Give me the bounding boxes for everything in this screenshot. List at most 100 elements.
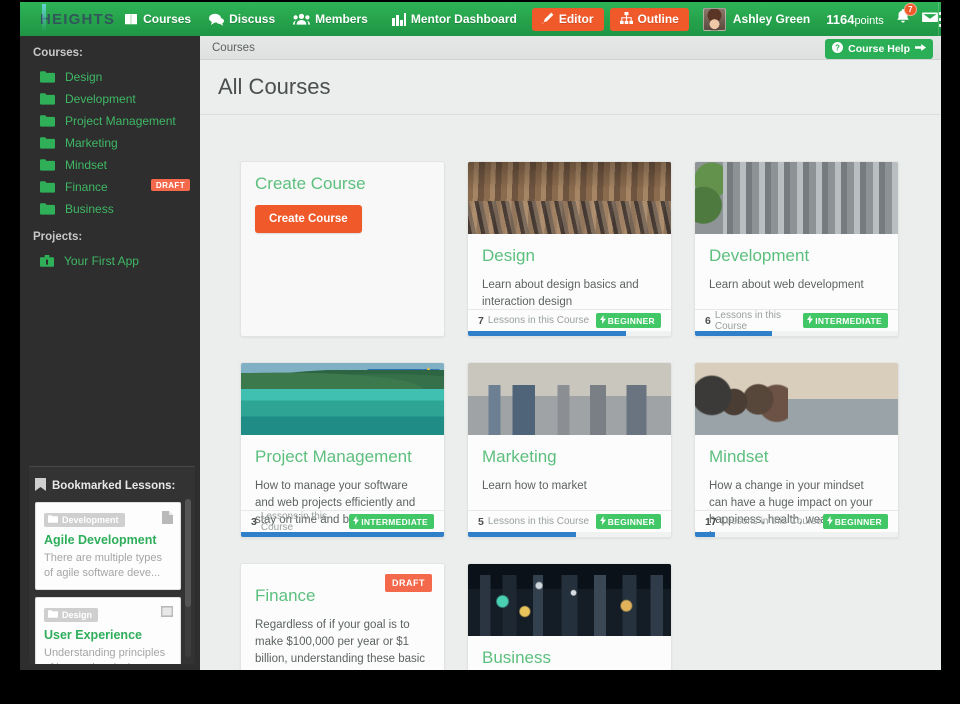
nav-item-members[interactable]: Members — [284, 2, 377, 36]
folder-icon — [40, 115, 55, 127]
status-badge-draft: DRAFT — [385, 574, 432, 592]
sidebar-item-marketing[interactable]: Marketing — [20, 132, 200, 154]
folder-icon — [40, 137, 55, 149]
bookmark-name: User Experience — [44, 628, 142, 642]
breadcrumb[interactable]: Courses — [212, 42, 255, 54]
notification-badge: 7 — [903, 3, 917, 16]
bookmark-icon — [35, 478, 46, 494]
lesson-count-label: Lessons in this Course — [487, 516, 590, 527]
outline-label: Outline — [637, 12, 679, 26]
sidebar-item-mindset[interactable]: Mindset — [20, 154, 200, 176]
bookmark-card[interactable]: Development Agile Development There are … — [35, 502, 181, 590]
bookmark-tag-label: Design — [62, 610, 93, 620]
avatar[interactable] — [702, 7, 726, 31]
course-card-development[interactable]: Development Learn about web development … — [694, 161, 899, 337]
nav-label: Mentor Dashboard — [410, 12, 517, 26]
bookmarked-lessons-label: Bookmarked Lessons: — [52, 480, 176, 492]
course-description: Learn about design basics and interactio… — [482, 279, 639, 308]
course-thumbnail: COMPLETE — [241, 363, 444, 435]
bookmarks-scrollbar[interactable] — [185, 499, 191, 657]
course-card-footer: 7 Lessons in this Course BEGINNER — [468, 309, 671, 331]
breadcrumb-bar: Courses ? Course Help — [200, 36, 941, 60]
bookmark-tag: Design — [44, 608, 99, 622]
create-course-title: Create Course — [255, 174, 366, 193]
course-card-design[interactable]: Design Learn about design basics and int… — [467, 161, 672, 337]
sidebar-item-label: Mindset — [65, 158, 108, 172]
course-title: Mindset — [709, 447, 769, 466]
progress-fill — [695, 532, 716, 537]
course-card-project-management[interactable]: COMPLETE Project Management How to manag… — [240, 362, 445, 538]
course-card-footer: 5 Lessons in this Course BEGINNER — [468, 510, 671, 532]
nav-item-discuss[interactable]: Discuss — [200, 2, 284, 36]
course-card-mindset[interactable]: Mindset How a change in your mindset can… — [694, 362, 899, 538]
browser-frame: HEIGHTS Courses Discuss Members Mentor D… — [20, 2, 941, 670]
folder-icon — [48, 515, 58, 525]
book-icon — [124, 13, 138, 26]
sidebar-item-business[interactable]: Business — [20, 198, 200, 220]
sidebar: Courses: Design Development Project Mana… — [20, 36, 200, 670]
folder-icon — [48, 610, 58, 620]
course-title: Project Management — [255, 447, 412, 466]
level-label: INTERMEDIATE — [815, 315, 882, 326]
progress-bar — [695, 532, 898, 537]
bookmarked-lessons-title: Bookmarked Lessons: — [29, 467, 195, 502]
briefcase-icon — [40, 255, 54, 267]
bookmark-tag: Development — [44, 513, 125, 527]
course-card-footer: 6 Lessons in this Course INTERMEDIATE — [695, 309, 898, 332]
user-name[interactable]: Ashley Green — [733, 12, 810, 26]
nav-item-mentor-dashboard[interactable]: Mentor Dashboard — [383, 2, 526, 36]
sidebar-item-label: Marketing — [65, 136, 118, 150]
app-logo[interactable]: HEIGHTS — [20, 11, 115, 28]
chat-bubble-icon — [209, 13, 225, 26]
status-badge-level: BEGINNER — [595, 313, 661, 328]
points-display: 1164points — [826, 12, 884, 27]
bookmark-card[interactable]: Design User Experience Understanding pri… — [35, 597, 181, 664]
course-description: Learn about web development — [709, 279, 864, 291]
folder-icon — [40, 71, 55, 83]
notifications-button[interactable]: 7 — [896, 3, 917, 29]
progress-bar — [695, 331, 898, 336]
course-title: Development — [709, 246, 810, 265]
outline-button[interactable]: Outline — [609, 7, 689, 31]
create-course-button[interactable]: Create Course — [255, 205, 362, 233]
course-title: Business — [482, 648, 551, 667]
create-course-card[interactable]: Create Course Create Course — [240, 161, 445, 337]
sidebar-item-project-management[interactable]: Project Management — [20, 110, 200, 132]
main-content: Courses ? Course Help All Courses Create… — [200, 36, 941, 670]
sidebar-item-finance[interactable]: Finance DRAFT — [20, 176, 200, 198]
course-card-business[interactable]: Business The business strategies and ski… — [467, 563, 672, 670]
lesson-count-label: Lessons in this Course — [720, 516, 822, 527]
level-label: INTERMEDIATE — [361, 516, 428, 527]
scrollbar-thumb[interactable] — [185, 499, 191, 607]
status-badge-complete: COMPLETE — [366, 367, 440, 386]
folder-icon — [40, 93, 55, 105]
course-thumbnail — [468, 564, 671, 636]
lesson-count-label: Lessons in this Course — [487, 315, 590, 326]
nav-item-courses[interactable]: Courses — [115, 2, 200, 36]
nav-label: Discuss — [229, 12, 276, 26]
editor-button[interactable]: Editor — [531, 7, 604, 31]
course-help-button[interactable]: ? Course Help — [825, 39, 933, 59]
pencil-icon — [542, 12, 554, 27]
sidebar-item-design[interactable]: Design — [20, 66, 200, 88]
status-badge-level: BEGINNER — [595, 514, 661, 529]
sitemap-icon — [619, 11, 633, 27]
bar-chart-icon — [391, 12, 406, 26]
inbox-button[interactable] — [921, 10, 938, 28]
arrow-right-icon — [915, 43, 926, 55]
status-badge-level: INTERMEDIATE — [349, 514, 434, 529]
sidebar-item-your-first-app[interactable]: Your First App — [20, 250, 200, 272]
course-thumbnail — [695, 162, 898, 234]
menu-button[interactable] — [937, 2, 941, 36]
progress-fill — [468, 532, 576, 537]
svg-text:?: ? — [835, 43, 840, 52]
hamburger-line — [938, 11, 941, 15]
course-card-marketing[interactable]: Marketing Learn how to market 5 Lessons … — [467, 362, 672, 538]
progress-bar — [468, 331, 671, 336]
sidebar-item-label: Your First App — [64, 254, 139, 268]
complete-label: COMPLETE — [366, 369, 440, 385]
course-card-finance[interactable]: DRAFT Finance Regardless of if your goal… — [240, 563, 445, 670]
points-label: points — [854, 14, 884, 27]
sidebar-item-development[interactable]: Development — [20, 88, 200, 110]
bookmark-name: Agile Development — [44, 533, 157, 547]
